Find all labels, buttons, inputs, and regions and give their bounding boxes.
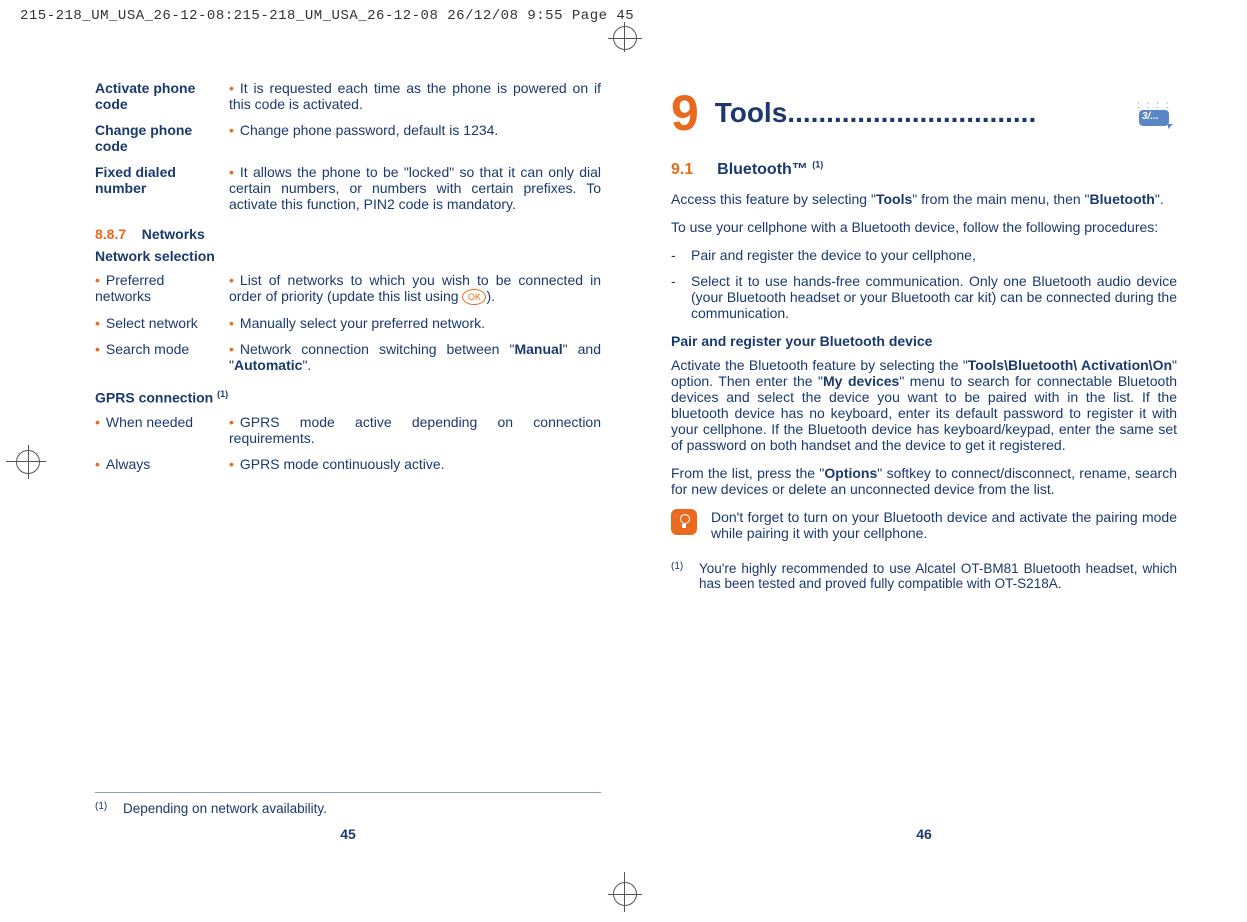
row-desc: •GPRS mode continuously active. xyxy=(229,456,601,482)
network-rows: •Preferred networks •List of networks to… xyxy=(95,272,601,383)
def-term: Fixed dialed number xyxy=(95,164,229,222)
row-term: •Search mode xyxy=(95,341,229,383)
list-item: -Pair and register the device to your ce… xyxy=(671,247,1177,263)
gprs-rows: •When needed •GPRS mode active depending… xyxy=(95,414,601,482)
page-left: Activate phone code •It is requested eac… xyxy=(95,80,601,842)
def-desc: •It is requested each time as the phone … xyxy=(229,80,601,122)
paragraph: Access this feature by selecting "Tools"… xyxy=(671,191,1177,207)
procedure-list: -Pair and register the device to your ce… xyxy=(671,247,1177,321)
footnote: (1) Depending on network availability. xyxy=(95,792,601,816)
crop-mark-bottom xyxy=(609,872,639,912)
gprs-heading: GPRS connection (1) xyxy=(95,389,601,406)
page-right: 9 Tools................................ … xyxy=(671,80,1177,842)
footnote: (1) You're highly recommended to use Alc… xyxy=(671,561,1177,591)
row-term: •Always xyxy=(95,456,229,482)
row-desc: •GPRS mode active depending on connectio… xyxy=(229,414,601,456)
def-term: Change phone code xyxy=(95,122,229,164)
crop-mark-left xyxy=(6,446,46,476)
row-desc: •Manually select your preferred network. xyxy=(229,315,601,341)
security-definitions: Activate phone code •It is requested eac… xyxy=(95,80,601,222)
page-number: 46 xyxy=(671,826,1177,842)
paragraph: To use your cellphone with a Bluetooth d… xyxy=(671,219,1177,235)
chapter-heading: 9 Tools................................ … xyxy=(671,88,1177,138)
page-number: 45 xyxy=(95,826,601,842)
row-desc: •Network connection switching between "M… xyxy=(229,341,601,383)
tip-callout: · · · Don't forget to turn on your Bluet… xyxy=(671,509,1177,541)
network-selection-heading: Network selection xyxy=(95,248,601,264)
pair-heading: Pair and register your Bluetooth device xyxy=(671,333,1177,349)
print-header: 215-218_UM_USA_26-12-08:215-218_UM_USA_2… xyxy=(20,8,634,24)
paragraph: From the list, press the "Options" softk… xyxy=(671,465,1177,497)
tools-icon: : : : : 3/... xyxy=(1133,98,1177,128)
row-term: •Select network xyxy=(95,315,229,341)
def-desc: •Change phone password, default is 1234. xyxy=(229,122,601,164)
ok-button-icon: OK xyxy=(462,289,486,305)
row-desc: •List of networks to which you wish to b… xyxy=(229,272,601,315)
row-term: •Preferred networks xyxy=(95,272,229,315)
section-heading: 8.8.7 Networks xyxy=(95,226,601,242)
def-term: Activate phone code xyxy=(95,80,229,122)
section-9-1-heading: 9.1 Bluetooth™ (1) xyxy=(671,160,1177,179)
paragraph: Activate the Bluetooth feature by select… xyxy=(671,357,1177,453)
row-term: •When needed xyxy=(95,414,229,456)
list-item: -Select it to use hands-free communicati… xyxy=(671,273,1177,321)
crop-mark-top xyxy=(609,22,639,52)
def-desc: •It allows the phone to be "locked" so t… xyxy=(229,164,601,222)
lightbulb-icon: · · · xyxy=(671,509,697,535)
